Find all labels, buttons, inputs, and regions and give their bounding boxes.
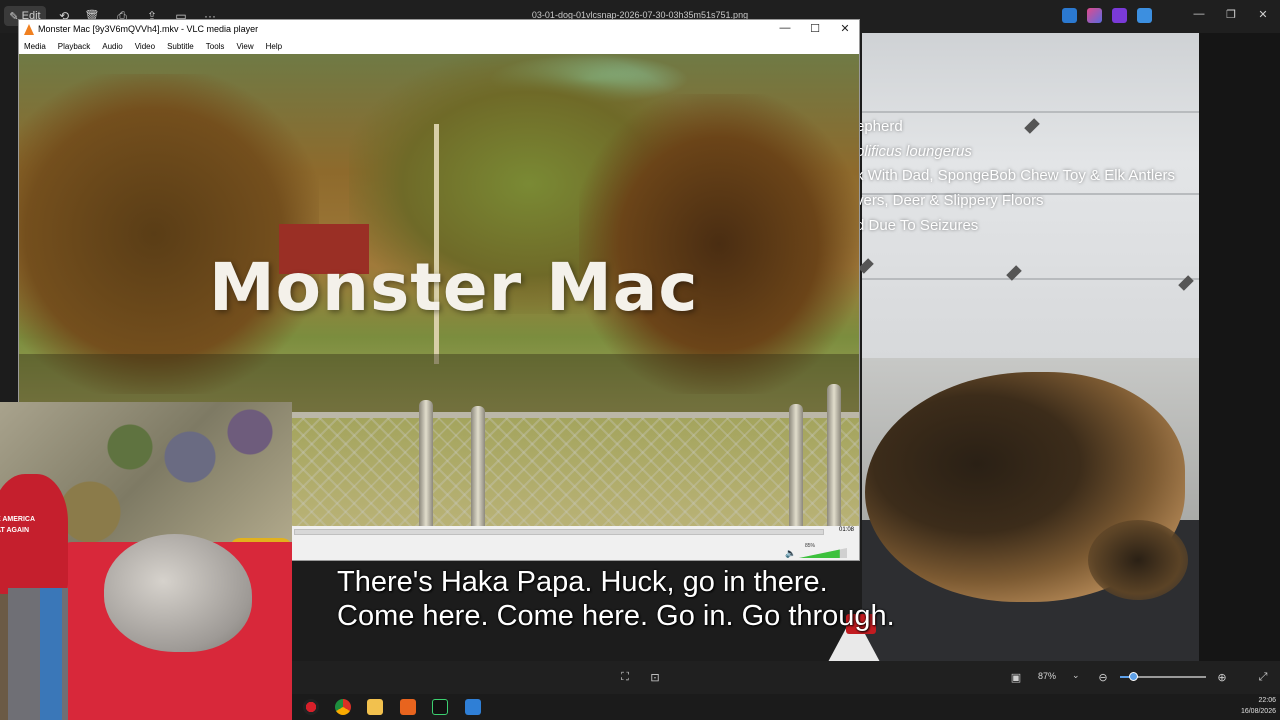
copilot-icon[interactable] (1087, 8, 1102, 23)
video-title-text: Monster Mac (209, 249, 699, 326)
chair-strap (40, 588, 62, 720)
fact-line: vers, Deer & Slippery Floors (856, 192, 1044, 210)
speaker-icon[interactable]: 🔈 (785, 548, 796, 559)
seek-bar[interactable] (294, 529, 824, 535)
zoom-in-icon[interactable]: ⊕ (1214, 671, 1230, 684)
door-seam (862, 278, 1199, 280)
close-icon[interactable]: ✕ (833, 22, 857, 35)
volume-level (799, 549, 840, 558)
fact-line: k With Dad, SpongeBob Chew Toy & Elk Ant… (856, 167, 1176, 185)
zoom-slider-thumb[interactable] (1129, 672, 1138, 681)
explorer-icon[interactable] (367, 699, 383, 715)
subtitle-line: There's Haka Papa. Huck, go in there. (337, 566, 828, 598)
fit-icon[interactable]: ⛶ (617, 671, 633, 684)
fullscreen-icon[interactable]: ⤢ (1255, 671, 1271, 684)
vlc-window-title: Monster Mac [9y3V6mQVVh4].mkv - VLC medi… (38, 24, 259, 34)
video-fence-post (471, 406, 485, 526)
menu-playback[interactable]: Playback (58, 39, 90, 54)
video-pole (434, 124, 439, 364)
app-shortcut-icon[interactable] (1062, 8, 1077, 23)
menu-video[interactable]: Video (135, 39, 155, 54)
zoom-out-icon[interactable]: ⊖ (1095, 671, 1111, 684)
fact-line: epherd (856, 118, 903, 135)
clock-date: 16/08/2026 (1240, 708, 1276, 715)
cloud-icon[interactable] (1137, 8, 1152, 23)
door-seam (862, 111, 1199, 113)
minimize-icon[interactable]: — (1189, 8, 1209, 20)
dog-tail (1088, 520, 1188, 600)
pinned-apps (1062, 8, 1152, 23)
fact-line: olificus loungerus (856, 142, 972, 160)
vlc-logo-icon (24, 24, 34, 35)
vlc-menu-bar: Media Playback Audio Video Subtitle Tool… (19, 39, 859, 54)
record-app-icon[interactable] (303, 699, 319, 715)
zoom-dropdown-chevron-icon[interactable]: ⌄ (1072, 670, 1080, 681)
video-fence-post (827, 384, 841, 526)
fact-line: d Due To Seizures (856, 216, 979, 234)
video-tree (19, 74, 319, 394)
terminal-icon[interactable] (432, 699, 448, 715)
cat (104, 534, 252, 652)
total-time: 01:08 (839, 527, 855, 533)
menu-subtitle[interactable]: Subtitle (167, 39, 194, 54)
menu-help[interactable]: Help (266, 39, 282, 54)
menu-view[interactable]: View (236, 39, 253, 54)
dog-facts: epherd olificus loungerus k With Dad, Sp… (856, 116, 1175, 239)
video-fence-post (419, 400, 433, 526)
webcam-overlay: E AMERICA AT AGAIN (0, 402, 292, 720)
maximize-icon[interactable]: ☐ (803, 22, 827, 35)
minimize-icon[interactable]: — (773, 22, 797, 34)
zoom-level: 87% (1038, 671, 1057, 681)
photos-app-icon[interactable] (465, 699, 481, 715)
menu-media[interactable]: Media (24, 39, 46, 54)
video-tree (579, 94, 859, 394)
actual-size-icon[interactable]: ⊡ (647, 671, 663, 684)
clock-time: 22:06 (1258, 697, 1276, 704)
vlc-title-bar[interactable]: Monster Mac [9y3V6mQVVh4].mkv - VLC medi… (19, 20, 859, 39)
hat-text: E AMERICA AT AGAIN (0, 514, 35, 536)
video-fence-post (789, 404, 803, 526)
hat-text-line: AT AGAIN (0, 527, 30, 534)
menu-audio[interactable]: Audio (102, 39, 122, 54)
chrome-icon[interactable] (335, 699, 351, 715)
volume-percent: 85% (805, 543, 816, 549)
filmstrip-icon[interactable]: ▣ (1008, 671, 1024, 684)
photo-letterbox (1199, 33, 1280, 661)
system-clock[interactable]: 22:06 16/08/2026 (1232, 695, 1276, 717)
menu-tools[interactable]: Tools (206, 39, 225, 54)
subtitle-line: Come here. Come here. Go in. Go through. (337, 600, 895, 632)
hat-text-line: E AMERICA (0, 516, 36, 523)
close-icon[interactable]: ✕ (1253, 8, 1273, 21)
maximize-icon[interactable]: ❐ (1221, 8, 1241, 21)
slides-app-icon[interactable] (400, 699, 416, 715)
app-shortcut-icon[interactable] (1112, 8, 1127, 23)
